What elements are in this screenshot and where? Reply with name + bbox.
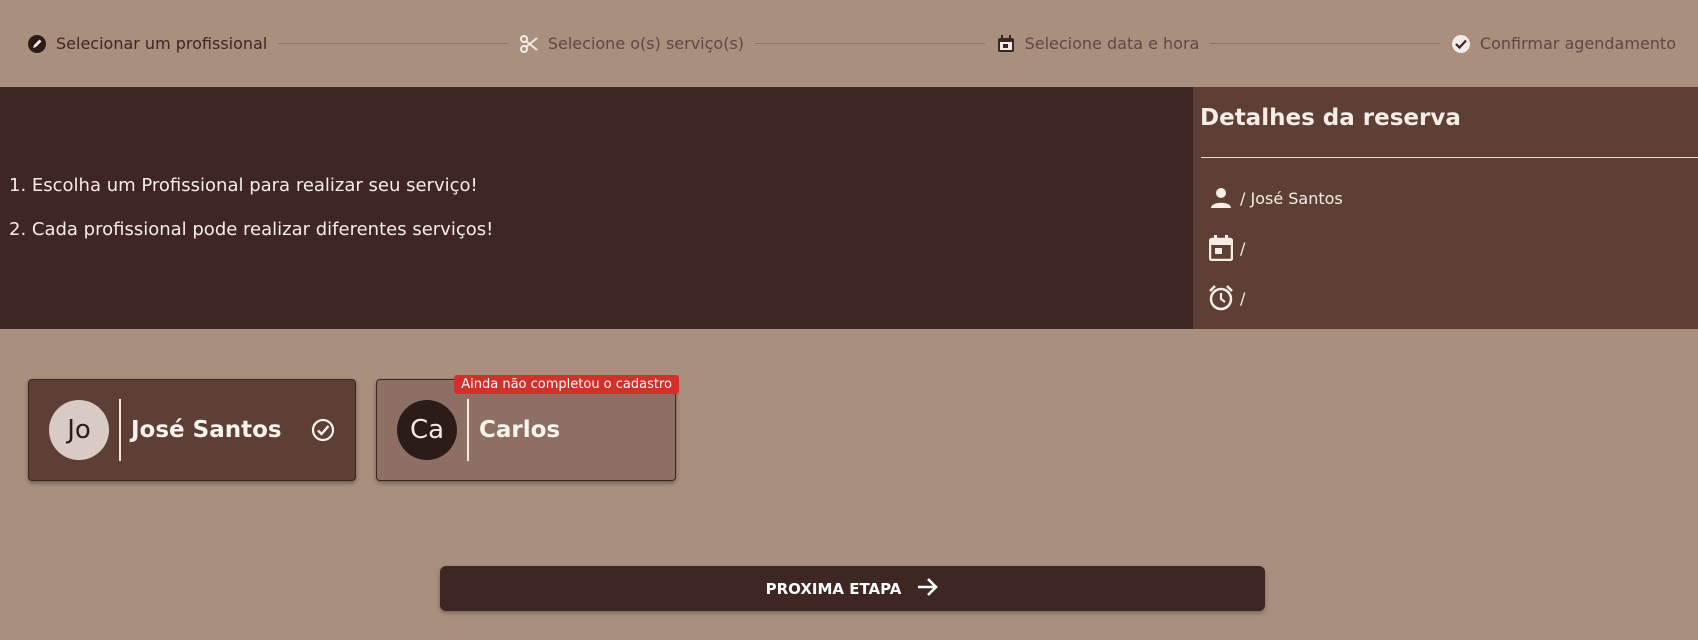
step-select-professional[interactable]: Selecionar um profissional xyxy=(27,34,267,54)
details-divider xyxy=(1201,157,1698,158)
selected-check-icon xyxy=(311,418,335,442)
info-band: 1. Escolha um Profissional para realizar… xyxy=(0,87,1698,329)
instruction-line: 1. Escolha um Profissional para realizar… xyxy=(9,175,478,196)
step-confirm[interactable]: Confirmar agendamento xyxy=(1451,34,1676,54)
step-connector xyxy=(1210,43,1440,44)
detail-date: / xyxy=(1200,223,1698,273)
arrow-right-icon xyxy=(915,575,939,603)
person-icon xyxy=(1208,185,1234,211)
detail-date-value: / xyxy=(1240,238,1246,258)
professional-name: José Santos xyxy=(131,417,282,443)
detail-time: / xyxy=(1200,273,1698,323)
scissors-icon xyxy=(519,34,539,54)
avatar: Jo xyxy=(49,400,109,460)
card-divider xyxy=(467,399,469,461)
detail-time-value: / xyxy=(1240,288,1246,308)
professional-card-jose[interactable]: Jo José Santos xyxy=(28,379,356,481)
calendar-icon xyxy=(1208,235,1234,261)
step-select-services[interactable]: Selecione o(s) serviço(s) xyxy=(519,34,744,54)
step-label: Selecionar um profissional xyxy=(56,34,268,53)
check-badge-icon xyxy=(1451,34,1471,54)
instructions-panel: 1. Escolha um Profissional para realizar… xyxy=(0,87,1193,329)
professional-card-carlos[interactable]: Ca Carlos Ainda não completou o cadastro xyxy=(376,375,679,481)
step-connector xyxy=(278,43,508,44)
incomplete-registration-badge: Ainda não completou o cadastro xyxy=(454,375,679,394)
detail-professional: / José Santos xyxy=(1200,173,1698,223)
calendar-icon xyxy=(996,34,1016,54)
booking-details-panel: Detalhes da reserva / José Santos / / xyxy=(1193,87,1698,329)
professional-list: Jo José Santos Ca Carlos Ainda não compl… xyxy=(28,375,679,481)
instruction-line: 2. Cada profissional pode realizar difer… xyxy=(9,219,494,240)
step-label: Selecione data e hora xyxy=(1024,34,1200,53)
booking-stepper: Selecionar um profissional Selecione o(s… xyxy=(0,0,1698,87)
details-title: Detalhes da reserva xyxy=(1200,105,1461,131)
avatar: Ca xyxy=(397,400,457,460)
step-select-datetime[interactable]: Selecione data e hora xyxy=(996,34,1200,54)
step-label: Confirmar agendamento xyxy=(1479,34,1676,53)
alarm-clock-icon xyxy=(1208,285,1234,311)
next-step-label: PROXIMA ETAPA xyxy=(765,579,902,598)
edit-circle-icon xyxy=(27,34,47,54)
detail-professional-value: / José Santos xyxy=(1240,188,1343,208)
card-divider xyxy=(119,399,121,461)
professional-name: Carlos xyxy=(479,417,561,443)
next-step-button[interactable]: PROXIMA ETAPA xyxy=(440,566,1265,611)
step-connector xyxy=(755,43,985,44)
step-label: Selecione o(s) serviço(s) xyxy=(547,34,745,53)
